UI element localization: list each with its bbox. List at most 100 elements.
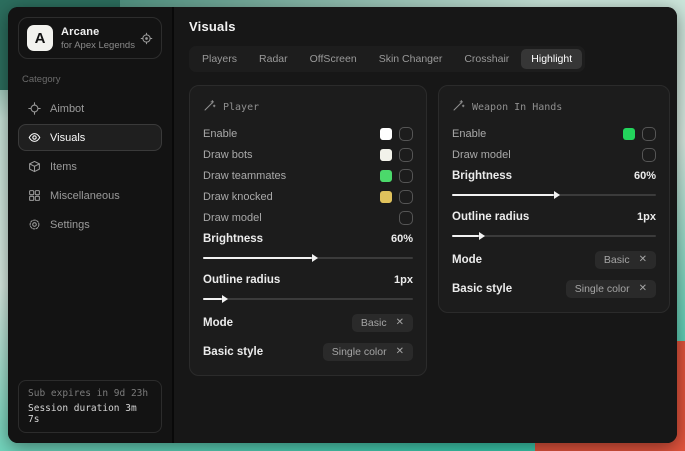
checkbox[interactable] xyxy=(399,127,413,141)
slider[interactable] xyxy=(452,191,656,199)
tag-single-color[interactable]: Single color✕ xyxy=(323,343,413,361)
panel-player: Player Enable Draw bots Draw teammates Draw … xyxy=(189,85,427,376)
setting-label: Mode xyxy=(203,317,233,329)
setting-label: Draw model xyxy=(452,149,511,161)
session-duration-text: Session duration 3m 7s xyxy=(28,403,152,425)
sidebar-nav: Aimbot Visuals Items Miscellaneous Settings xyxy=(18,95,162,238)
sidebar-item-label: Miscellaneous xyxy=(50,190,120,202)
setting-label: Basic style xyxy=(452,283,512,295)
setting-row: Enable xyxy=(203,123,413,144)
brand-card: A Arcane for Apex Legends xyxy=(18,17,162,59)
main-content: Visuals PlayersRadarOffScreenSkin Change… xyxy=(172,7,677,443)
setting-label: Enable xyxy=(452,128,486,140)
box-icon xyxy=(28,160,41,173)
tab-offscreen[interactable]: OffScreen xyxy=(300,49,367,69)
setting-label: Basic style xyxy=(203,346,263,358)
setting-row: Draw bots xyxy=(203,144,413,165)
setting-label: Draw bots xyxy=(203,149,253,161)
wand-icon xyxy=(203,99,216,115)
aimbot-crosshair-icon xyxy=(28,102,41,115)
color-swatch[interactable] xyxy=(380,128,392,140)
panel-title: Player xyxy=(223,102,259,113)
category-label: Category xyxy=(22,74,158,85)
tag-basic[interactable]: Basic✕ xyxy=(352,314,413,332)
slider-label-row: Outline radius 1px xyxy=(203,269,413,290)
remove-tag-icon[interactable]: ✕ xyxy=(396,318,404,328)
panel-weapon-in-hands: Weapon In Hands Enable Draw model Brightnes… xyxy=(438,85,670,313)
checkbox[interactable] xyxy=(399,169,413,183)
slider-label-row: Outline radius1px xyxy=(452,206,656,227)
slider-value: 60% xyxy=(634,170,656,182)
setting-row: Draw model xyxy=(203,207,413,228)
tab-players[interactable]: Players xyxy=(192,49,247,69)
sub-expires-text: Sub expires in 9d 23h xyxy=(28,388,152,399)
setting-label: Draw knocked xyxy=(203,191,273,203)
checkbox[interactable] xyxy=(399,190,413,204)
tab-radar[interactable]: Radar xyxy=(249,49,298,69)
color-swatch[interactable] xyxy=(623,128,635,140)
sidebar: A Arcane for Apex Legends Category Aimbo… xyxy=(8,7,172,443)
app-name: Arcane xyxy=(61,26,132,38)
setting-row: Draw model xyxy=(452,144,656,165)
sidebar-item-miscellaneous[interactable]: Miscellaneous xyxy=(18,182,162,209)
slider-thumb[interactable] xyxy=(312,254,318,262)
panel-title: Weapon In Hands xyxy=(472,102,562,113)
eye-icon xyxy=(28,131,41,144)
slider-thumb[interactable] xyxy=(479,232,485,240)
remove-tag-icon[interactable]: ✕ xyxy=(639,255,647,265)
sidebar-item-items[interactable]: Items xyxy=(18,153,162,180)
target-icon[interactable] xyxy=(140,32,153,45)
tab-skin-changer[interactable]: Skin Changer xyxy=(369,49,453,69)
wand-icon xyxy=(452,99,465,115)
setting-row: Enable xyxy=(452,123,656,144)
tag-row: Basic style Single color✕ xyxy=(203,339,413,364)
setting-label: Mode xyxy=(452,254,482,266)
checkbox[interactable] xyxy=(642,148,656,162)
slider[interactable] xyxy=(452,232,656,240)
setting-row: Draw teammates xyxy=(203,165,413,186)
page-title: Visuals xyxy=(189,19,670,34)
setting-label: Brightness xyxy=(452,170,512,182)
grid-icon xyxy=(28,189,41,202)
color-swatch[interactable] xyxy=(380,191,392,203)
sidebar-item-label: Aimbot xyxy=(50,103,84,115)
tab-bar: PlayersRadarOffScreenSkin ChangerCrossha… xyxy=(189,46,585,72)
setting-label: Draw teammates xyxy=(203,170,286,182)
color-swatch[interactable] xyxy=(380,170,392,182)
app-logo: A xyxy=(27,25,53,51)
tag-basic[interactable]: Basic✕ xyxy=(595,251,656,269)
checkbox[interactable] xyxy=(642,127,656,141)
tab-crosshair[interactable]: Crosshair xyxy=(454,49,519,69)
sidebar-item-visuals[interactable]: Visuals xyxy=(18,124,162,151)
remove-tag-icon[interactable]: ✕ xyxy=(639,284,647,294)
slider[interactable] xyxy=(203,254,413,262)
slider-label-row: Brightness60% xyxy=(203,228,413,249)
setting-label: Enable xyxy=(203,128,237,140)
color-swatch[interactable] xyxy=(380,149,392,161)
app-window: A Arcane for Apex Legends Category Aimbo… xyxy=(8,7,677,443)
app-subtitle: for Apex Legends xyxy=(61,40,132,51)
sidebar-item-label: Settings xyxy=(50,219,90,231)
subscription-card: Sub expires in 9d 23h Session duration 3… xyxy=(18,380,162,433)
slider-value: 1px xyxy=(394,274,413,286)
gear-icon xyxy=(28,218,41,231)
slider-label-row: Brightness 60% xyxy=(452,165,656,186)
setting-label: Outline radius xyxy=(203,274,280,286)
tag-single-color[interactable]: Single color✕ xyxy=(566,280,656,298)
sidebar-item-aimbot[interactable]: Aimbot xyxy=(18,95,162,122)
checkbox[interactable] xyxy=(399,211,413,225)
slider-thumb[interactable] xyxy=(554,191,560,199)
sidebar-item-settings[interactable]: Settings xyxy=(18,211,162,238)
sidebar-item-label: Items xyxy=(50,161,77,173)
checkbox[interactable] xyxy=(399,148,413,162)
slider-thumb[interactable] xyxy=(222,295,228,303)
tab-highlight[interactable]: Highlight xyxy=(521,49,582,69)
panels-container: Player Enable Draw bots Draw teammates Draw … xyxy=(189,85,670,376)
setting-label: Draw model xyxy=(203,212,262,224)
remove-tag-icon[interactable]: ✕ xyxy=(396,347,404,357)
tag-row: Mode Basic✕ xyxy=(203,310,413,335)
slider[interactable] xyxy=(203,295,413,303)
sidebar-item-label: Visuals xyxy=(50,132,85,144)
tag-row: Mode Basic✕ xyxy=(452,247,656,272)
slider-value: 60% xyxy=(391,233,413,245)
